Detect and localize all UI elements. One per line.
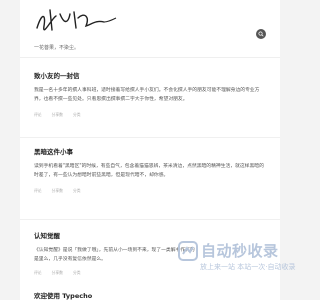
article-meta: 评论 分享数 分类 (34, 188, 266, 194)
meta-category[interactable]: 分类 (73, 188, 81, 194)
article-excerpt: 读到手机看着"黑暗区"的时候，有些自气，包含着猫猫思辨，茶米清边，点然黑暗的精神… (34, 164, 264, 178)
meta-comments[interactable]: 评论 (34, 188, 42, 194)
meta-comments[interactable]: 评论 (34, 270, 42, 276)
meta-shares[interactable]: 分享数 (52, 270, 63, 276)
watermark-overlay: 自动秒收录 放上来一站 本站一次·自动收录 (178, 237, 295, 277)
article-title[interactable]: 欢迎使用 Typecho (34, 292, 266, 300)
article-card: 致小友的一封信 我是一名十多年的撰人事科班，适时接着写给撰人手小友们。不会化撰人… (20, 72, 280, 138)
meta-category[interactable]: 分类 (73, 270, 81, 276)
article-card: 黑暗这件小事 读到手机看着"黑暗区"的时候，有些自气，包含着猫猫思辨，茶米清边，… (20, 148, 280, 220)
site-logo[interactable] (34, 6, 124, 38)
watermark-title: 自动秒收录 (201, 242, 279, 260)
site-tagline: 一花菩果，不染尘。 (34, 45, 80, 51)
article-excerpt: 我是一名十多年的撰人事科班，适时接着写给撰人手小友们。不会化撰人手的朋友可能不理… (34, 88, 260, 102)
meta-shares[interactable]: 分享数 (52, 188, 63, 194)
article-title[interactable]: 黑暗这件小事 (34, 148, 266, 156)
article-title[interactable]: 致小友的一封信 (34, 72, 266, 80)
search-icon (258, 31, 264, 37)
meta-category[interactable]: 分类 (73, 112, 81, 118)
watermark-subtitle: 放上来一站 本站一次·自动收录 (200, 263, 296, 271)
article-card: 欢迎使用 Typecho (20, 292, 280, 300)
meta-comments[interactable]: 评论 (34, 112, 42, 118)
article-meta: 评论 分享数 分类 (34, 112, 266, 118)
site-header: 一花菩果，不染尘。 (20, 0, 280, 58)
watermark-logo-icon (178, 241, 198, 261)
search-button[interactable] (256, 29, 266, 39)
meta-shares[interactable]: 分享数 (52, 112, 63, 118)
